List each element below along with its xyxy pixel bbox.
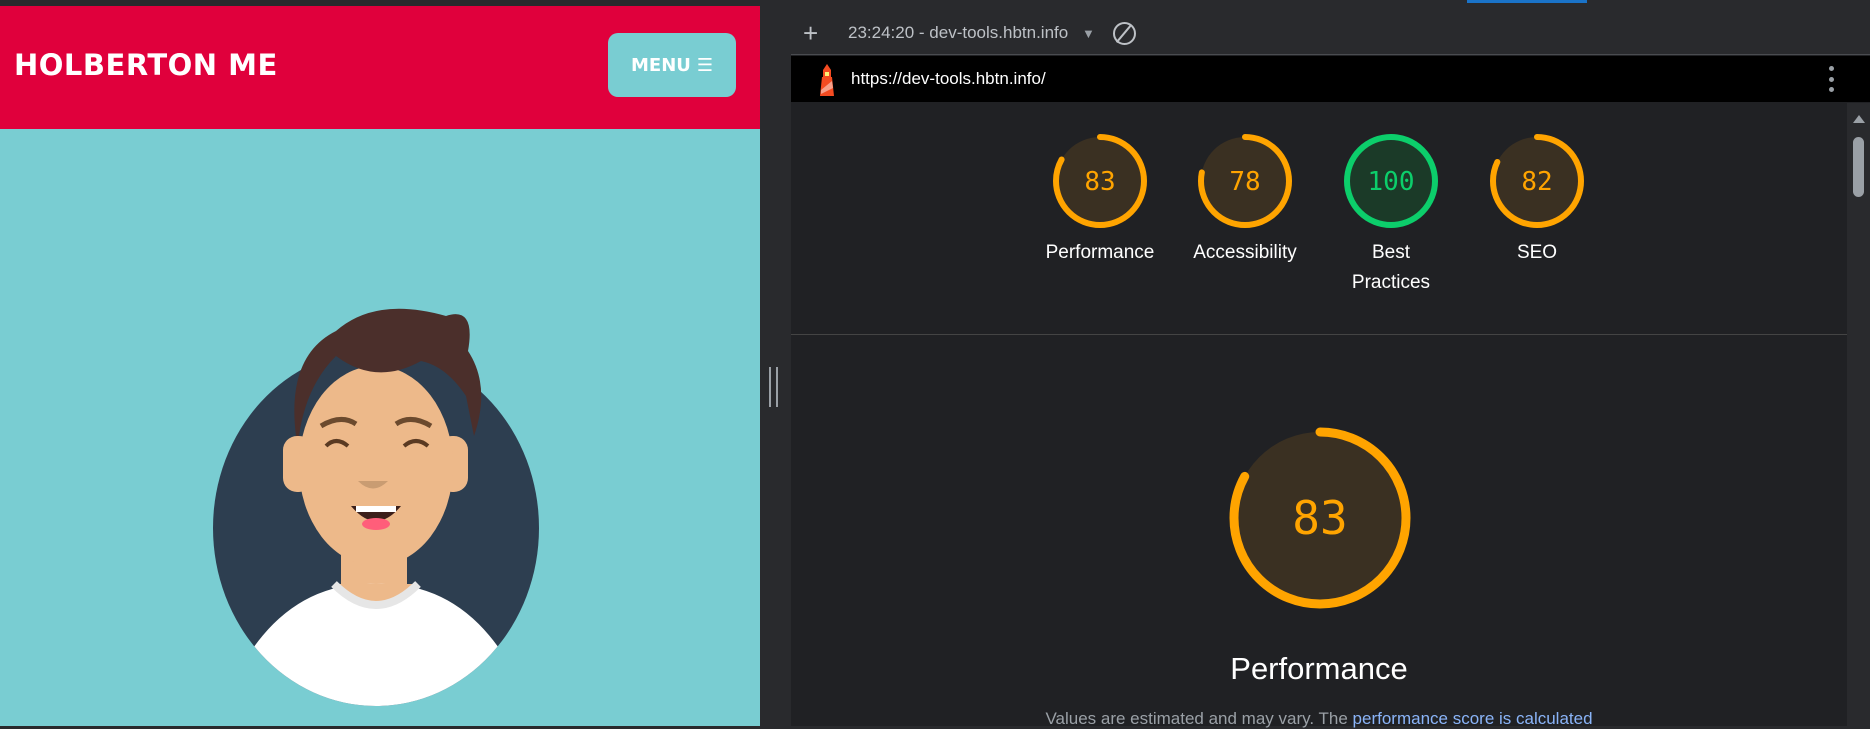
menu-button[interactable]: MENU ☰	[608, 33, 736, 97]
panel-resizer[interactable]	[760, 0, 791, 726]
performance-score-link[interactable]: performance score is calculated	[1353, 709, 1593, 728]
lighthouse-icon	[820, 64, 834, 96]
more-options-icon[interactable]	[1827, 66, 1835, 92]
gauge-score: 78	[1229, 167, 1260, 197]
dropdown-caret-icon[interactable]: ▼	[1082, 26, 1095, 41]
gauge-label: Best Practices	[1351, 242, 1431, 293]
report-select[interactable]: 23:24:20 - dev-tools.hbtn.info	[848, 23, 1076, 43]
new-report-plus-icon[interactable]: +	[803, 20, 818, 46]
gauge-ring: 82	[1490, 134, 1584, 228]
divider	[791, 334, 1847, 335]
site-header: HOLBERTON ME MENU ☰	[0, 6, 760, 129]
gauge-seo[interactable]: 82 SEO	[1467, 130, 1607, 268]
gauge-ring: 83	[1053, 134, 1147, 228]
gauge-ring: 78	[1198, 134, 1292, 228]
hamburger-icon: ☰	[696, 54, 714, 76]
drag-handle-icon[interactable]	[769, 367, 778, 407]
menu-label: MENU	[630, 54, 691, 76]
gauge-label: SEO	[1516, 242, 1558, 263]
performance-heading: Performance	[1230, 651, 1408, 686]
site-title: HOLBERTON ME	[14, 48, 278, 82]
report-url: https://dev-tools.hbtn.info/	[851, 69, 1046, 88]
active-tab-indicator	[1467, 0, 1587, 3]
gauge-ring: 100	[1344, 134, 1438, 228]
note-text: Values are estimated and may vary. The	[1045, 709, 1353, 728]
gauge-accessibility[interactable]: 78 Accessibility	[1175, 130, 1315, 268]
lighthouse-toolbar: + 23:24:20 - dev-tools.hbtn.info ▼	[791, 0, 1870, 55]
scroll-up-arrow-icon[interactable]	[1853, 115, 1865, 123]
report-url-bar: https://dev-tools.hbtn.info/	[791, 56, 1870, 102]
gauge-label: Accessibility	[1193, 242, 1297, 263]
scrollbar[interactable]	[1847, 103, 1870, 726]
gauge-performance[interactable]: 83 Performance	[1030, 130, 1170, 268]
performance-score-large: 83	[1292, 491, 1347, 545]
gauge-score: 82	[1521, 167, 1552, 197]
scrollbar-thumb[interactable]	[1853, 137, 1864, 197]
gauge-label: Performance	[1045, 242, 1155, 263]
gauge-best-practices[interactable]: 100 Best Practices	[1321, 130, 1461, 298]
lighthouse-panel: + 23:24:20 - dev-tools.hbtn.info ▼ https…	[791, 0, 1870, 729]
clear-block-icon[interactable]	[1113, 22, 1136, 45]
gauge-score: 83	[1084, 167, 1115, 197]
website-preview: HOLBERTON ME MENU ☰	[0, 6, 760, 726]
performance-note: Values are estimated and may vary. The p…	[791, 709, 1847, 729]
avatar-illustration	[213, 308, 539, 706]
performance-gauge-large: 83	[1229, 427, 1411, 609]
gauge-score: 100	[1368, 167, 1415, 197]
